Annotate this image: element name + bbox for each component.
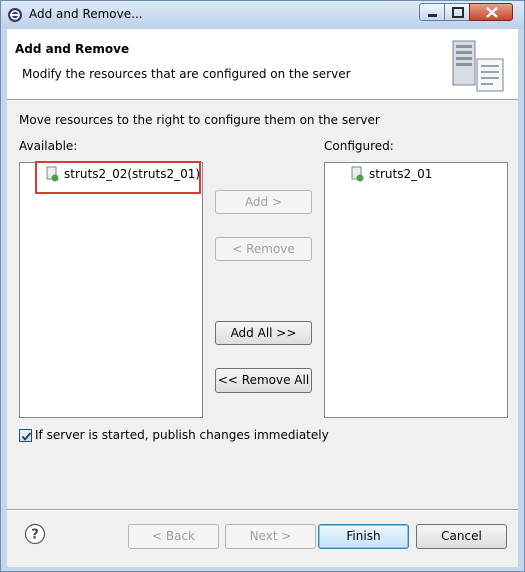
window-title: Add and Remove... [29, 7, 143, 21]
maximize-icon [452, 7, 464, 18]
web-project-icon [351, 166, 364, 182]
close-button[interactable] [469, 3, 513, 21]
maximize-button[interactable] [444, 3, 470, 21]
publish-checkbox[interactable] [19, 429, 32, 442]
cancel-button[interactable]: Cancel [416, 524, 507, 549]
next-button[interactable]: Next > [225, 524, 316, 549]
dialog-body: Add and Remove Modify the resources that… [7, 29, 518, 567]
configured-list[interactable]: struts2_01 [324, 162, 508, 418]
server-icon [452, 40, 504, 92]
checkmark-icon [21, 432, 32, 441]
close-icon [486, 7, 498, 18]
minimize-icon [428, 14, 437, 17]
help-icon[interactable]: ? [24, 523, 46, 545]
svg-text:?: ? [31, 528, 39, 543]
page-title: Add and Remove [15, 42, 130, 56]
finish-button[interactable]: Finish [318, 524, 409, 549]
highlight-annotation [35, 161, 201, 194]
page-description: Modify the resources that are configured… [22, 67, 351, 81]
publish-checkbox-label: If server is started, publish changes im… [35, 428, 329, 442]
remove-button[interactable]: < Remove [215, 237, 312, 261]
available-label: Available: [19, 139, 78, 153]
wizard-header: Add and Remove Modify the resources that… [7, 29, 518, 100]
add-all-button[interactable]: Add All >> [215, 321, 312, 345]
back-button[interactable]: < Back [128, 524, 219, 549]
title-bar[interactable]: Add and Remove... [1, 1, 524, 29]
dialog-window: Add and Remove... Add and Remove Modify … [0, 0, 525, 572]
eclipse-icon [8, 8, 22, 22]
available-list[interactable]: struts2_02(struts2_01) [19, 162, 203, 418]
footer-separator [7, 509, 518, 511]
remove-all-button[interactable]: << Remove All [215, 368, 312, 393]
add-button[interactable]: Add > [215, 190, 312, 214]
instructions-text: Move resources to the right to configure… [19, 113, 380, 127]
minimize-button[interactable] [419, 3, 445, 21]
configured-label: Configured: [324, 139, 394, 153]
configured-item-label: struts2_01 [369, 167, 433, 181]
